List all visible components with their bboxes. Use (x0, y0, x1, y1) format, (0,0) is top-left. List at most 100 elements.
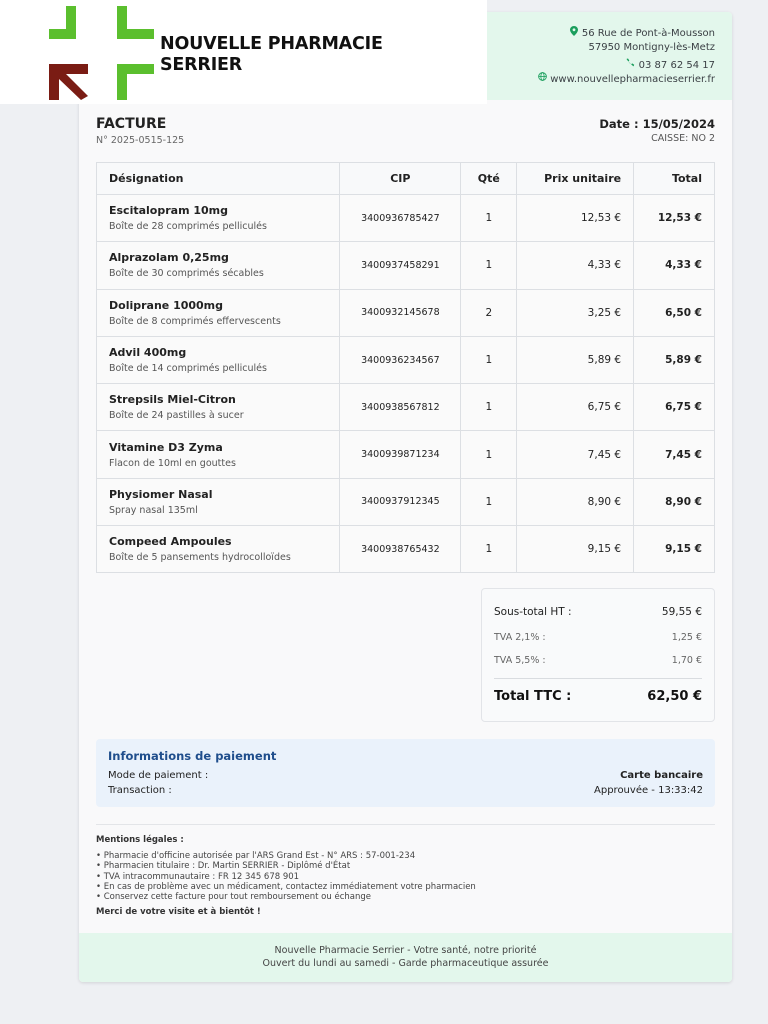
total-ttc-value: 62,50 € (647, 689, 702, 704)
cell-qty: 1 (460, 193, 518, 243)
product-description: Boîte de 14 comprimés pelliculés (109, 363, 267, 375)
pharmacy-name-line1: NOUVELLE PHARMACIE (160, 34, 383, 54)
totals-divider (494, 678, 702, 679)
phone-number[interactable]: 03 87 62 54 17 (639, 59, 715, 72)
cell-unit-price: 9,15 € (516, 525, 635, 574)
totals-box: Sous-total HT : 59,55 € TVA 2,1% : 1,25 … (481, 588, 715, 722)
transaction-label: Transaction : (108, 785, 172, 796)
transaction-row: Transaction : Approuvée - 13:33:42 (108, 785, 703, 796)
pharmacy-name-line2: SERRIER (160, 55, 243, 75)
items-table: Désignation CIP Qté Prix unitaire Total … (95, 162, 715, 574)
contact-block: 56 Rue de Pont-à-Mousson 57950 Montigny-… (537, 26, 715, 86)
payment-mode-label: Mode de paiement : (108, 770, 209, 781)
product-name: Strepsils Miel-Citron (109, 393, 236, 407)
product-description: Boîte de 24 pastilles à sucer (109, 410, 244, 422)
header-qty: Qté (460, 162, 518, 195)
cell-cip: 3400937912345 (339, 477, 462, 527)
product-description: Spray nasal 135ml (109, 504, 198, 516)
cell-unit-price: 5,89 € (516, 335, 635, 385)
product-description: Boîte de 5 pansements hydrocolloïdes (109, 552, 291, 564)
cell-designation: Advil 400mg Boîte de 14 comprimés pellicu… (95, 335, 341, 385)
logo-area: NOUVELLE PHARMACIE SERRIER (0, 0, 487, 104)
legal-title: Mentions légales : (96, 835, 184, 845)
payment-title: Informations de paiement (108, 749, 277, 763)
cell-qty: 2 (460, 288, 518, 337)
cell-total: 7,45 € (633, 430, 715, 479)
cell-unit-price: 6,75 € (516, 383, 635, 432)
pharmacy-name: NOUVELLE PHARMACIE SERRIER (160, 34, 383, 76)
cell-designation: Escitalopram 10mg Boîte de 28 comprimés p… (95, 193, 341, 243)
cell-unit-price: 12,53 € (516, 193, 635, 243)
thanks-message: Merci de votre visite et à bientôt ! (96, 907, 261, 917)
cell-designation: Physiomer Nasal Spray nasal 135ml (95, 477, 341, 527)
cell-unit-price: 4,33 € (516, 241, 635, 290)
cell-unit-price: 7,45 € (516, 430, 635, 479)
tva1-value: 1,25 € (671, 632, 702, 643)
legal-item: Pharmacie d'officine autorisée par l'ARS… (96, 851, 476, 861)
cell-unit-price: 8,90 € (516, 477, 635, 527)
cell-cip: 3400938567812 (339, 383, 462, 432)
cell-qty: 1 (460, 430, 518, 479)
website-row: www.nouvellepharmacieserrier.fr (537, 72, 715, 86)
phone-row: 03 87 62 54 17 (537, 58, 715, 72)
pharmacy-cross-logo (49, 6, 154, 100)
legal-item: Conservez cette facture pour tout rembou… (96, 892, 476, 902)
payment-info-box: Informations de paiement Mode de paiemen… (96, 739, 715, 807)
legal-item: En cas de problème avec un médicament, c… (96, 882, 476, 892)
product-name: Physiomer Nasal (109, 487, 213, 501)
legal-list: Pharmacie d'officine autorisée par l'ARS… (96, 851, 476, 902)
payment-mode-row: Mode de paiement : Carte bancaire (108, 770, 703, 781)
header-cip: CIP (339, 162, 462, 195)
cell-designation: Vitamine D3 Zyma Flacon de 10ml en goutte… (95, 430, 341, 479)
subtotal-label: Sous-total HT : (494, 606, 572, 618)
invoice-number: N° 2025-0515-125 (96, 135, 185, 146)
cell-total: 6,75 € (633, 383, 715, 432)
product-name: Compeed Ampoules (109, 535, 232, 549)
product-description: Flacon de 10ml en gouttes (109, 457, 236, 469)
header-unit-price: Prix unitaire (516, 162, 635, 195)
footer-line2: Ouvert du lundi au samedi - Garde pharma… (262, 958, 549, 969)
total-ttc-label: Total TTC : (494, 689, 572, 704)
tva-row-1: TVA 2,1% : 1,25 € (494, 632, 702, 643)
table-row: Alprazolam 0,25mg Boîte de 30 comprimés s… (95, 241, 715, 290)
table-row: Physiomer Nasal Spray nasal 135ml 3400937… (95, 477, 715, 527)
tva2-label: TVA 5,5% : (494, 655, 546, 666)
tva2-value: 1,70 € (671, 655, 702, 666)
product-description: Boîte de 8 comprimés effervescents (109, 315, 281, 327)
cell-total: 4,33 € (633, 241, 715, 290)
product-description: Boîte de 30 comprimés sécables (109, 268, 264, 280)
total-ttc-row: Total TTC : 62,50 € (494, 689, 702, 704)
address-row: 56 Rue de Pont-à-Mousson (537, 26, 715, 41)
cell-designation: Compeed Ampoules Boîte de 5 pansements hy… (95, 525, 341, 574)
cell-designation: Alprazolam 0,25mg Boîte de 30 comprimés s… (95, 241, 341, 290)
table-row: Doliprane 1000mg Boîte de 8 comprimés eff… (95, 288, 715, 337)
table-row: Strepsils Miel-Citron Boîte de 24 pastill… (95, 383, 715, 432)
product-name: Escitalopram 10mg (109, 204, 229, 218)
address-row-2: 57950 Montigny-lès-Metz (537, 41, 715, 54)
product-name: Doliprane 1000mg (109, 298, 224, 312)
website-link[interactable]: www.nouvellepharmacieserrier.fr (550, 73, 715, 86)
product-description: Boîte de 28 comprimés pelliculés (109, 221, 267, 233)
table-row: Escitalopram 10mg Boîte de 28 comprimés p… (95, 193, 715, 243)
cell-total: 5,89 € (633, 335, 715, 385)
subtotal-row: Sous-total HT : 59,55 € (494, 606, 702, 618)
cell-total: 9,15 € (633, 525, 715, 574)
address-line1: 56 Rue de Pont-à-Mousson (581, 28, 715, 39)
subtotal-value: 59,55 € (661, 606, 702, 618)
tva1-label: TVA 2,1% : (494, 632, 546, 643)
address-line2: 57950 Montigny-lès-Metz (588, 42, 715, 53)
invoice-date: Date : 15/05/2024 (599, 117, 715, 131)
footer: Nouvelle Pharmacie Serrier - Votre santé… (79, 933, 732, 982)
transaction-value: Approuvée - 13:33:42 (594, 785, 703, 796)
product-name: Alprazolam 0,25mg (109, 251, 229, 265)
cell-cip: 3400932145678 (339, 288, 462, 337)
cell-cip: 3400936785427 (339, 193, 462, 243)
header-total: Total (633, 162, 715, 195)
globe-icon (537, 72, 547, 86)
register-number: CAISSE: NO 2 (651, 133, 715, 144)
phone-icon (626, 58, 636, 72)
cell-total: 6,50 € (633, 288, 715, 337)
legal-item: TVA intracommunautaire : FR 12 345 678 9… (96, 872, 476, 882)
tva-row-2: TVA 5,5% : 1,70 € (494, 655, 702, 666)
location-pin-icon (569, 26, 579, 41)
